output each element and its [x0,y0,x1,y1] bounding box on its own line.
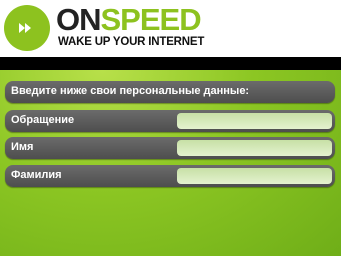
form-heading: Введите ниже свои персональные данные: [5,81,335,103]
brand-name-speed: SPEED [100,2,202,37]
first-name-field[interactable] [177,140,332,156]
form-heading-text: Введите ниже свои персональные данные: [11,85,250,97]
form-area: Введите ниже свои персональные данные: О… [0,70,341,256]
last-name-field[interactable] [177,168,332,184]
first-name-row: Имя [5,137,335,159]
last-name-row: Фамилия [5,165,335,187]
header: ONSPEED WAKE UP YOUR INTERNET [0,0,341,57]
salutation-row: Обращение [5,110,335,132]
last-name-label: Фамилия [11,169,62,181]
brand-name: ONSPEED [56,2,202,38]
salutation-label: Обращение [11,114,75,126]
fast-forward-icon [19,23,31,33]
onspeed-logo [4,5,50,51]
top-bar [0,57,341,70]
first-name-label: Имя [11,141,34,153]
salutation-field[interactable] [177,113,332,129]
brand-tagline: WAKE UP YOUR INTERNET [58,36,205,48]
brand-name-on: ON [56,2,101,37]
